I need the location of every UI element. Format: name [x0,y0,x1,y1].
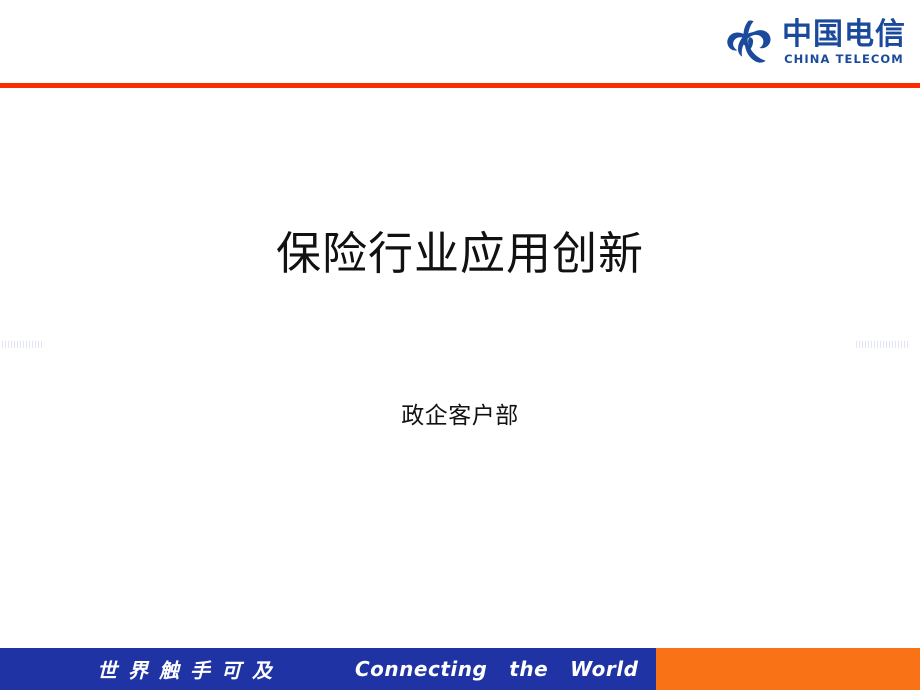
brand-wordmark: 中国电信 CHINA TELECOM [782,19,906,65]
footer-blue-panel: 世界触手可及 Connecting the World [0,648,656,690]
footer-slogan-word-1: Connecting [355,657,488,681]
china-telecom-butterfly-icon [727,20,771,63]
footer-orange-panel [656,648,920,690]
edge-artifact-right [856,341,908,348]
header-divider-rule [0,83,920,88]
brand-wordmark-cn: 中国电信 [782,17,906,52]
title-block: 保险行业应用创新 [0,228,920,280]
footer-slogan-cn: 世界触手可及 [97,658,283,683]
page-title: 保险行业应用创新 [275,227,644,280]
page-subtitle: 政企客户部 [401,403,519,429]
edge-artifact-left [2,341,42,348]
footer-slogan-word-3: World [570,657,639,681]
footer-banner: 世界触手可及 Connecting the World [0,648,920,690]
subtitle-block: 政企客户部 [0,396,920,430]
brand-wordmark-en: CHINA TELECOM [784,51,904,66]
presentation-slide: 中国电信 CHINA TELECOM 保险行业应用创新 政企客户部 世界触手可及… [0,0,920,690]
footer-slogan-word-2: the [509,657,549,681]
china-telecom-logo: 中国电信 CHINA TELECOM [726,12,906,72]
footer-slogan-en: Connecting the World [355,657,638,681]
